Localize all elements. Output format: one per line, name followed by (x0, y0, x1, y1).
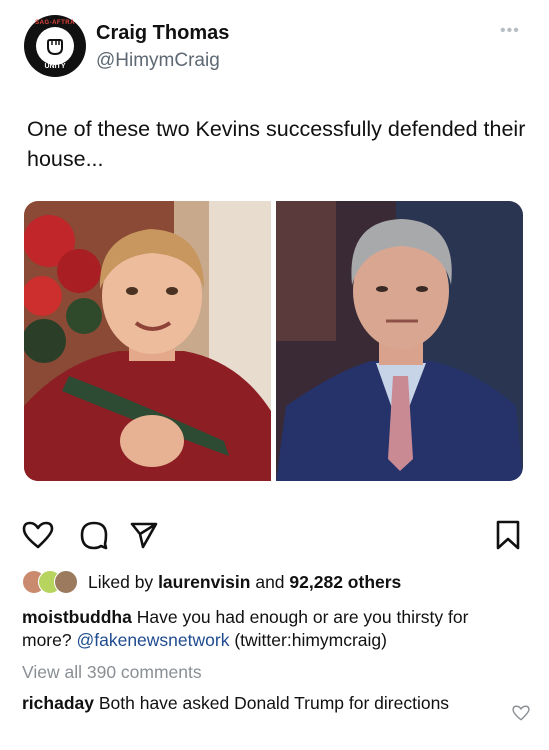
author-handle[interactable]: @HimymCraig (96, 50, 220, 72)
action-bar (20, 517, 530, 557)
likes-row[interactable]: Liked by laurenvisin and 92,282 others (22, 570, 401, 594)
comment-text: Both have asked Donald Trump for directi… (98, 693, 450, 713)
tweet-media[interactable] (24, 201, 523, 481)
photo-left-kevin-boy[interactable] (24, 201, 271, 481)
bookmark-icon[interactable] (490, 517, 526, 553)
caption-mention-link[interactable]: @fakenewsnetwork (76, 630, 229, 650)
likes-prefix: Liked by (88, 571, 154, 592)
caption-username[interactable]: moistbuddha (22, 607, 132, 627)
caption-suffix: (twitter:himymcraig) (234, 630, 387, 650)
likes-text: Liked by laurenvisin and 92,282 others (88, 572, 401, 593)
fist-logo-icon (36, 27, 74, 65)
author-avatar[interactable]: SAG-AFTRA UNITY (24, 15, 86, 77)
likes-connector: and (255, 571, 285, 592)
post-caption: moistbuddha Have you had enough or are y… (22, 606, 522, 652)
avatar-bottom-text: UNITY (44, 63, 66, 70)
comment-username[interactable]: richaday (22, 693, 94, 713)
comment-item: richaday Both have asked Donald Trump fo… (22, 692, 502, 715)
post-card: SAG-AFTRA UNITY Craig Thomas @HimymCraig… (0, 0, 549, 750)
tweet-text: One of these two Kevins successfully def… (27, 117, 526, 171)
comment-icon[interactable] (76, 517, 112, 553)
photo-right-kevin-man[interactable] (276, 201, 523, 481)
view-all-comments-link[interactable]: View all 390 comments (22, 662, 202, 683)
avatar (54, 570, 78, 594)
share-icon[interactable] (126, 517, 162, 553)
ellipsis-icon[interactable]: ••• (500, 22, 520, 40)
heart-icon[interactable] (20, 517, 56, 553)
avatar-top-text: SAG-AFTRA (35, 20, 75, 26)
liker-avatars (22, 570, 84, 594)
comment-like-heart-icon[interactable] (512, 704, 530, 722)
author-name[interactable]: Craig Thomas (96, 22, 229, 45)
likes-count[interactable]: 92,282 others (289, 572, 401, 592)
liker-username[interactable]: laurenvisin (158, 572, 250, 592)
